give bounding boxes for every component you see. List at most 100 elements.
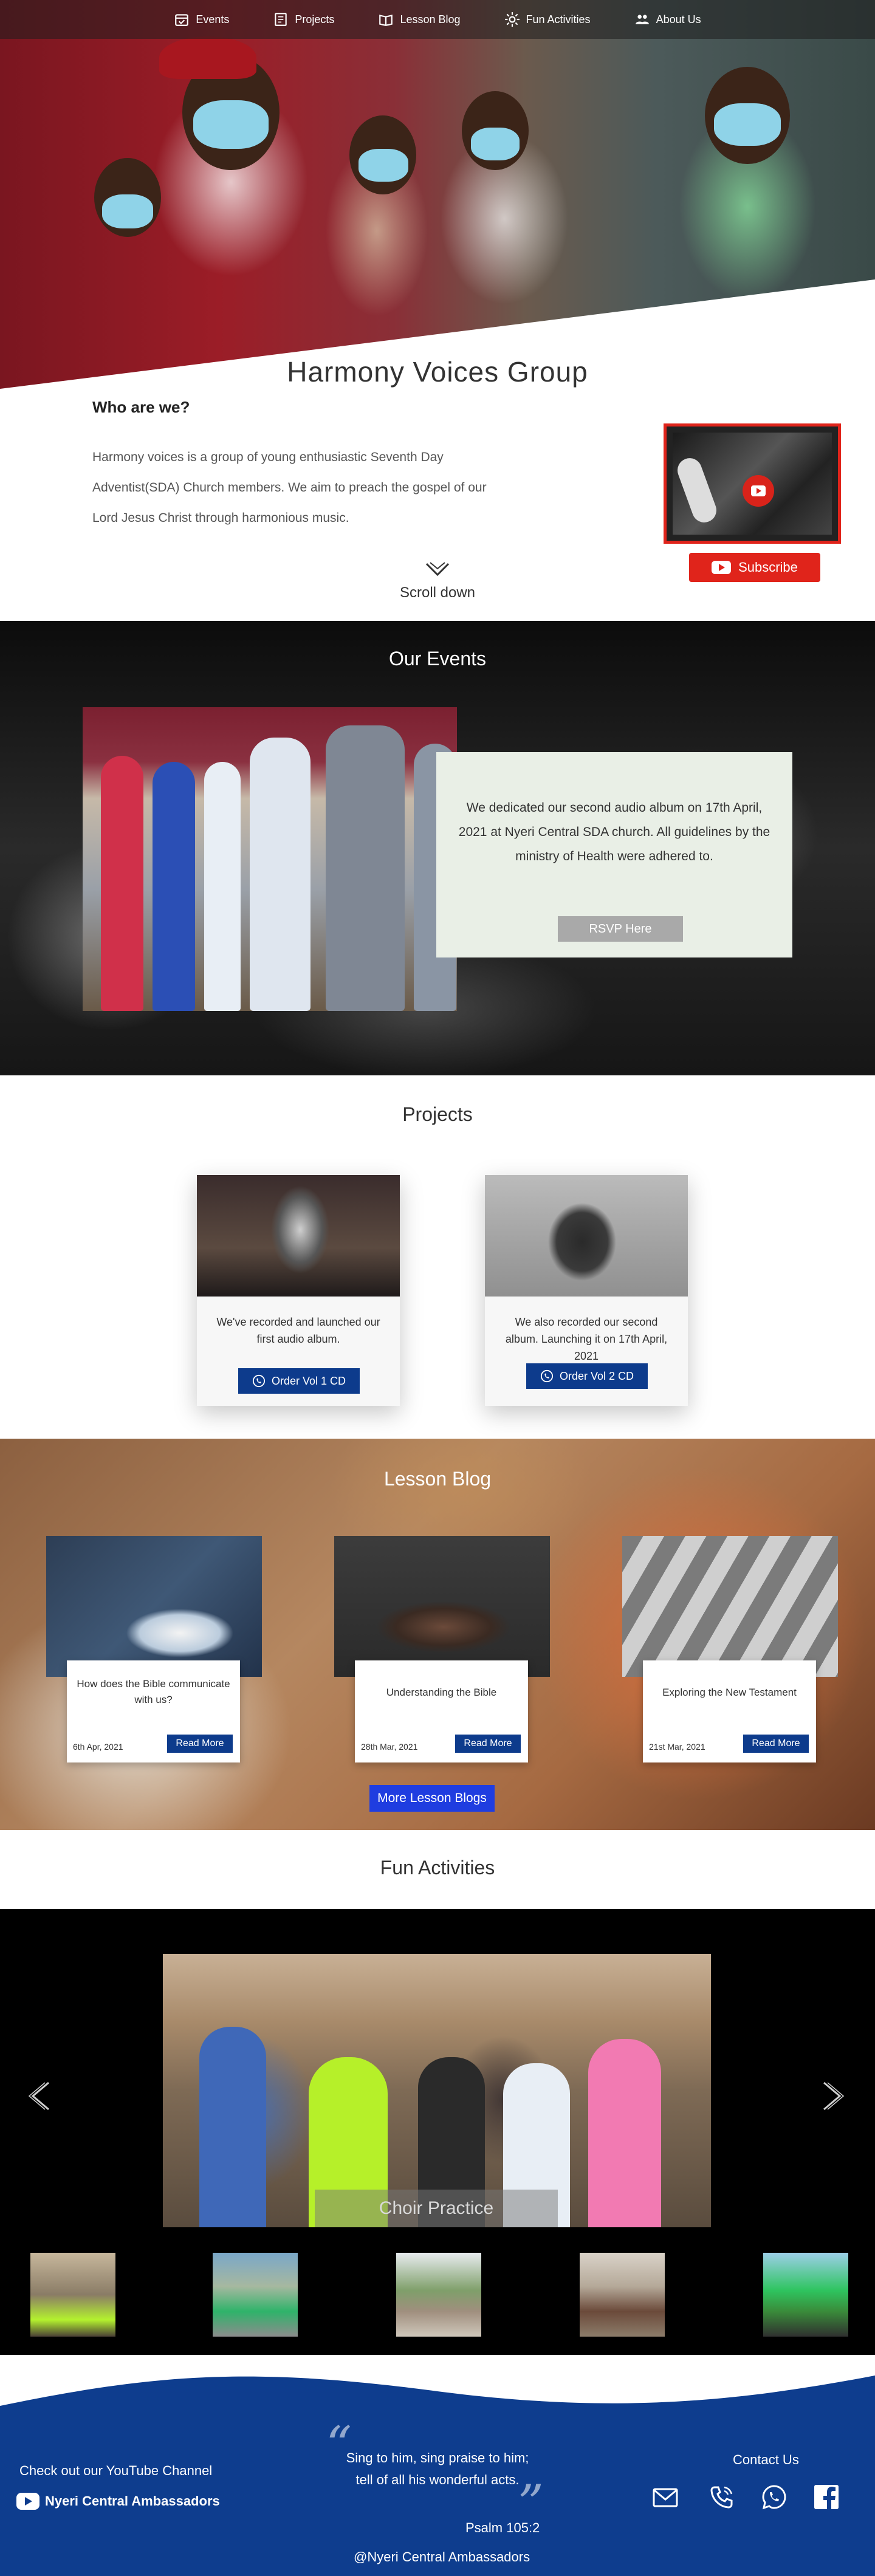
read-more-button[interactable]: Read More — [743, 1735, 809, 1753]
slide-person — [199, 2027, 266, 2227]
blog-card[interactable]: Exploring the New Testament 21st Mar, 20… — [622, 1536, 838, 1762]
events-photo — [83, 707, 457, 1011]
events-title: Our Events — [388, 648, 487, 670]
hero-beret — [159, 36, 256, 79]
youtube-icon — [16, 2493, 39, 2510]
carousel-thumbnail[interactable] — [763, 2253, 848, 2337]
photo-person — [153, 762, 195, 1011]
who-heading: Who are we? — [92, 398, 190, 416]
email-icon[interactable] — [653, 2487, 678, 2508]
nav-about-us[interactable]: About Us — [612, 12, 723, 27]
hero-mask — [193, 100, 269, 149]
fun-activities-section: Choir Practice — [0, 1909, 875, 2355]
fun-activities-title: Fun Activities — [380, 1857, 495, 1879]
top-navigation: Events Projects Lesson Blog Fun Activiti… — [0, 0, 875, 39]
blog-post-title: Understanding the Bible — [386, 1687, 497, 1698]
order-vol2-button[interactable]: Order Vol 2 CD — [526, 1363, 648, 1389]
who-text: Harmony voices is a group of young enthu… — [92, 450, 487, 525]
whatsapp-icon — [540, 1369, 554, 1383]
blog-card[interactable]: How does the Bible communicate with us? … — [46, 1536, 262, 1762]
raised-hand — [674, 454, 720, 526]
chevron-right-icon[interactable] — [814, 2079, 848, 2113]
facebook-icon[interactable] — [813, 2484, 840, 2510]
rsvp-button[interactable]: RSVP Here — [558, 916, 683, 942]
order-label: Order Vol 2 CD — [559, 1369, 634, 1382]
carousel-thumbnail[interactable] — [396, 2253, 481, 2337]
blog-card-body: How does the Bible communicate with us? … — [67, 1660, 240, 1762]
play-icon[interactable] — [743, 475, 774, 507]
hero-image — [0, 0, 875, 389]
project-image-headphones — [485, 1175, 688, 1297]
whatsapp-icon[interactable] — [761, 2484, 787, 2510]
project-image-microphone — [197, 1175, 400, 1297]
photo-person — [326, 725, 405, 1011]
quote-line: Sing to him, sing praise to him; — [346, 2450, 529, 2465]
nav-lesson-blog[interactable]: Lesson Blog — [356, 12, 482, 27]
blog-image — [334, 1536, 550, 1677]
whatsapp-icon — [252, 1374, 266, 1388]
scroll-down[interactable]: Scroll down — [377, 560, 498, 601]
scroll-down-label: Scroll down — [399, 584, 476, 601]
quote-line: tell of all his wonderful acts. — [355, 2472, 520, 2487]
slide-caption: Choir Practice — [315, 2190, 558, 2227]
carousel-thumbnail[interactable] — [213, 2253, 298, 2337]
hero-mask — [471, 128, 520, 160]
carousel-thumbnail[interactable] — [580, 2253, 665, 2337]
order-vol1-button[interactable]: Order Vol 1 CD — [238, 1368, 360, 1394]
quote-reference: Psalm 105:2 — [465, 2520, 540, 2535]
nav-label: Fun Activities — [526, 13, 591, 26]
lesson-blog-section: Lesson Blog How does the Bible communica… — [0, 1439, 875, 1830]
document-icon — [275, 13, 287, 26]
project-text: We also recorded our second album. Launc… — [505, 1316, 668, 1362]
events-section: Our Events We dedicated our second audio… — [0, 621, 875, 1075]
calendar-check-icon — [175, 14, 189, 26]
photo-person — [204, 762, 241, 1011]
project-text: We've recorded and launched our first au… — [216, 1316, 380, 1345]
nav-fun-activities[interactable]: Fun Activities — [482, 12, 612, 27]
photo-person — [101, 756, 143, 1011]
footer-handle: @Nyeri Central Ambassadors — [354, 2549, 530, 2564]
nav-label: Lesson Blog — [400, 13, 461, 26]
read-more-button[interactable]: Read More — [455, 1735, 521, 1753]
blog-post-title: Exploring the New Testament — [662, 1687, 797, 1698]
chevron-down-icon — [425, 562, 450, 577]
sun-icon — [504, 12, 520, 27]
order-label: Order Vol 1 CD — [271, 1374, 346, 1387]
channel-name: Nyeri Central Ambassadors — [45, 2493, 220, 2509]
youtube-heading: Check out our YouTube Channel — [19, 2463, 213, 2478]
blog-image — [46, 1536, 262, 1677]
blog-card[interactable]: Understanding the Bible 28th Mar, 2021 R… — [334, 1536, 550, 1762]
nav-label: Events — [196, 13, 230, 26]
project-card: We've recorded and launched our first au… — [197, 1175, 400, 1406]
people-icon — [635, 15, 649, 24]
blog-post-date: 6th Apr, 2021 — [73, 1742, 123, 1752]
projects-title: Projects — [402, 1103, 473, 1125]
nav-projects[interactable]: Projects — [251, 12, 356, 27]
carousel-slide: Choir Practice — [163, 1954, 711, 2227]
more-lesson-blogs-button[interactable]: More Lesson Blogs — [369, 1785, 495, 1812]
hero-mask — [714, 103, 781, 146]
bible-quote: Sing to him, sing praise to him; tell of… — [328, 2447, 547, 2491]
nav-label: Projects — [295, 13, 335, 26]
contact-heading: Contact Us — [733, 2452, 799, 2467]
subscribe-button[interactable]: Subscribe — [689, 553, 820, 582]
youtube-channel-link[interactable]: Nyeri Central Ambassadors — [16, 2492, 220, 2510]
nav-events[interactable]: Events — [152, 12, 251, 27]
footer: Check out our YouTube Channel Nyeri Cent… — [0, 2355, 875, 2576]
blog-card-body: Understanding the Bible 28th Mar, 2021 R… — [355, 1660, 528, 1762]
blog-post-title: How does the Bible communicate with us? — [77, 1678, 230, 1705]
youtube-video-thumbnail[interactable] — [664, 423, 841, 544]
carousel-thumbnail[interactable] — [30, 2253, 115, 2337]
project-card: We also recorded our second album. Launc… — [485, 1175, 688, 1406]
youtube-icon — [712, 561, 732, 574]
read-more-button[interactable]: Read More — [167, 1735, 233, 1753]
blog-title: Lesson Blog — [383, 1468, 492, 1490]
video-image — [673, 433, 832, 535]
phone-icon[interactable] — [709, 2484, 735, 2510]
nav-label: About Us — [656, 13, 701, 26]
events-card: We dedicated our second audio album on 1… — [436, 752, 792, 957]
chevron-left-icon[interactable] — [24, 2079, 58, 2113]
site-title: Harmony Voices Group — [287, 356, 588, 388]
hero-mask — [359, 149, 408, 182]
hero-mask — [102, 194, 153, 228]
